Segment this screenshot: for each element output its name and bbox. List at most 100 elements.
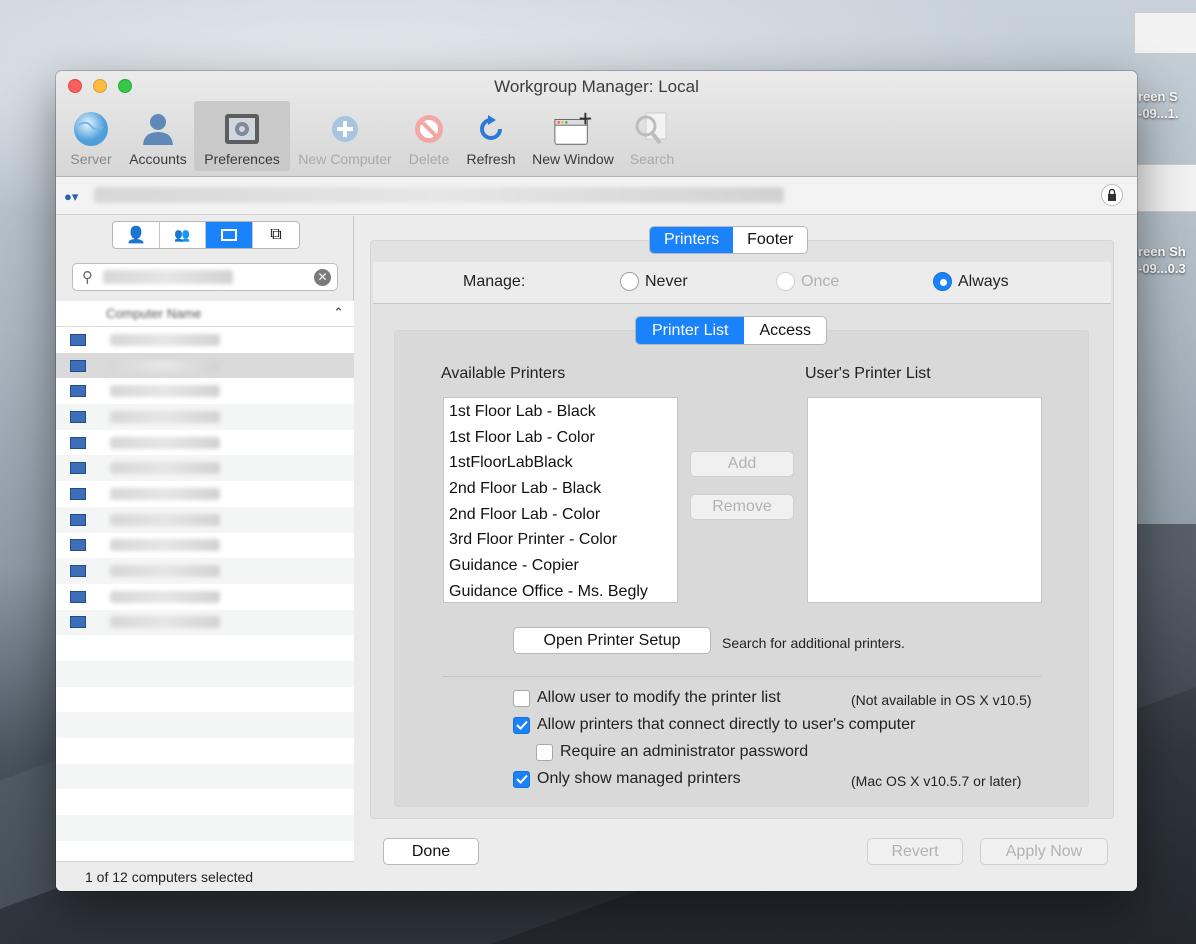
computer-row[interactable]	[56, 327, 354, 353]
toolbar-preferences-label: Preferences	[204, 151, 280, 167]
empty-row	[56, 815, 354, 841]
tab-access[interactable]: Access	[744, 317, 826, 344]
printer-item[interactable]: 2nd Floor Lab - Black	[444, 476, 677, 502]
printer-item[interactable]: 2nd Floor Lab - Color	[444, 502, 677, 528]
toolbar-accounts-button[interactable]: Accounts	[122, 101, 194, 171]
options-divider	[443, 676, 1041, 677]
open-printer-setup-button[interactable]: Open Printer Setup	[513, 627, 711, 654]
computer-row[interactable]	[56, 558, 354, 584]
manage-once-radio[interactable]: Once	[776, 272, 839, 291]
computer-row[interactable]	[56, 533, 354, 559]
computer-row[interactable]	[56, 584, 354, 610]
computer-group-icon: ⧉	[270, 226, 282, 243]
computer-groups-tab-button[interactable]: ⧉	[253, 222, 299, 248]
computer-icon	[70, 410, 86, 423]
tab-footer[interactable]: Footer	[733, 227, 807, 253]
groups-tab-button[interactable]: 👥	[160, 222, 206, 248]
computers-tab-button[interactable]	[206, 222, 253, 248]
computer-list-header[interactable]: Computer Name ⌃	[56, 301, 354, 327]
computer-name	[110, 333, 220, 346]
sort-ascending-icon: ⌃	[333, 305, 344, 320]
desktop-file-label-2[interactable]: reen Sh -09...0.3	[1138, 243, 1186, 277]
computer-row[interactable]	[56, 404, 354, 430]
computer-name	[110, 513, 220, 526]
desktop-screenshot-thumbnail-1[interactable]	[1134, 12, 1196, 54]
only-managed-printers-checkbox[interactable]: Only show managed printers	[513, 770, 741, 788]
allow-direct-label: Allow printers that connect directly to …	[537, 716, 916, 733]
toolbar-preferences-button[interactable]: Preferences	[194, 101, 290, 171]
globe-icon	[71, 109, 111, 149]
printer-item[interactable]: Guidance - Copier	[444, 553, 677, 579]
toolbar-refresh-button[interactable]: Refresh	[458, 101, 524, 171]
revert-button[interactable]: Revert	[867, 838, 963, 865]
sidebar: 👤 👥 ⧉ ⚲ ✕ Computer Name ⌃ 1 of 12 comput…	[56, 216, 354, 891]
computer-name-column-header[interactable]: Computer Name	[106, 306, 201, 321]
printer-item[interactable]: Guidance Office - Ms. Begly	[444, 579, 677, 602]
computer-row[interactable]	[56, 481, 354, 507]
clear-search-icon[interactable]: ✕	[314, 269, 331, 286]
desktop-file-name-1a: reen S	[1138, 89, 1178, 104]
remove-printer-button[interactable]: Remove	[690, 494, 794, 520]
printer-item[interactable]: 1st Floor Lab - Black	[444, 399, 677, 425]
inner-tab-control: Printer List Access	[635, 316, 828, 345]
manage-never-radio[interactable]: Never	[620, 272, 688, 291]
computer-icon	[221, 229, 237, 241]
toolbar-search-button[interactable]: Search	[622, 101, 682, 171]
computer-icon	[70, 539, 86, 552]
toolbar-delete-button[interactable]: Delete	[400, 101, 458, 171]
allow-modify-checkbox[interactable]: Allow user to modify the printer list	[513, 689, 781, 707]
checkmark-icon	[515, 720, 528, 730]
directory-globe-icon[interactable]: ●▾	[64, 189, 78, 205]
preferences-panel-icon	[222, 109, 262, 149]
toolbar-delete-label: Delete	[408, 151, 450, 167]
search-field[interactable]: ⚲ ✕	[72, 263, 338, 291]
done-button[interactable]: Done	[383, 838, 479, 865]
users-printer-list-heading: User's Printer List	[805, 365, 931, 382]
desktop-file-name-2b: -09...0.3	[1138, 261, 1186, 276]
computer-row[interactable]	[56, 455, 354, 482]
directory-path-bar[interactable]: ●▾	[56, 177, 1137, 215]
computer-row[interactable]	[56, 430, 354, 456]
computer-icon	[70, 385, 86, 398]
tab-printers[interactable]: Printers	[650, 227, 734, 253]
toolbar-server-button[interactable]: Server	[60, 101, 122, 171]
computer-row[interactable]	[56, 378, 354, 404]
manage-always-label: Always	[958, 272, 1009, 290]
desktop-screenshot-thumbnail-2[interactable]	[1134, 164, 1196, 212]
apply-now-button[interactable]: Apply Now	[980, 838, 1108, 865]
users-printer-list[interactable]	[807, 397, 1042, 603]
toolbar-new-computer-button[interactable]: New Computer	[290, 101, 400, 171]
computer-icon	[70, 565, 86, 578]
plus-circle-icon	[325, 109, 365, 149]
computer-row[interactable]	[56, 352, 354, 379]
group-icon: 👥	[174, 227, 191, 242]
users-tab-button[interactable]: 👤	[113, 222, 160, 248]
computer-icon	[70, 487, 86, 500]
manage-label: Manage:	[463, 273, 526, 290]
toolbar-new-window-button[interactable]: New Window	[524, 101, 622, 171]
computer-icon	[70, 616, 86, 629]
desktop-file-label-1[interactable]: reen S -09...1.	[1138, 88, 1178, 122]
require-admin-password-checkbox[interactable]: Require an administrator password	[536, 743, 808, 761]
empty-row	[56, 738, 354, 764]
manage-always-radio[interactable]: Always	[933, 272, 1009, 291]
computer-name	[110, 410, 220, 423]
allow-direct-printers-checkbox[interactable]: Allow printers that connect directly to …	[513, 716, 915, 734]
checkbox-unchecked	[513, 689, 530, 707]
add-printer-button[interactable]: Add	[690, 451, 794, 477]
computer-row[interactable]	[56, 609, 354, 636]
directory-path-text	[94, 187, 784, 203]
empty-row	[56, 635, 354, 661]
toolbar-search-label: Search	[629, 151, 675, 167]
printer-item[interactable]: 1stFloorLabBlack	[444, 450, 677, 476]
title-bar: Workgroup Manager: Local Server Accounts…	[56, 71, 1137, 177]
available-printers-list[interactable]: 1st Floor Lab - Black 1st Floor Lab - Co…	[443, 397, 678, 603]
computer-row[interactable]	[56, 506, 354, 533]
lock-icon[interactable]	[1101, 184, 1123, 206]
tab-printer-list[interactable]: Printer List	[636, 317, 745, 344]
printer-item[interactable]: 1st Floor Lab - Color	[444, 425, 677, 451]
empty-row	[56, 789, 354, 815]
toolbar-refresh-label: Refresh	[466, 151, 516, 167]
empty-row	[56, 763, 354, 790]
printer-item[interactable]: 3rd Floor Printer - Color	[444, 527, 677, 553]
